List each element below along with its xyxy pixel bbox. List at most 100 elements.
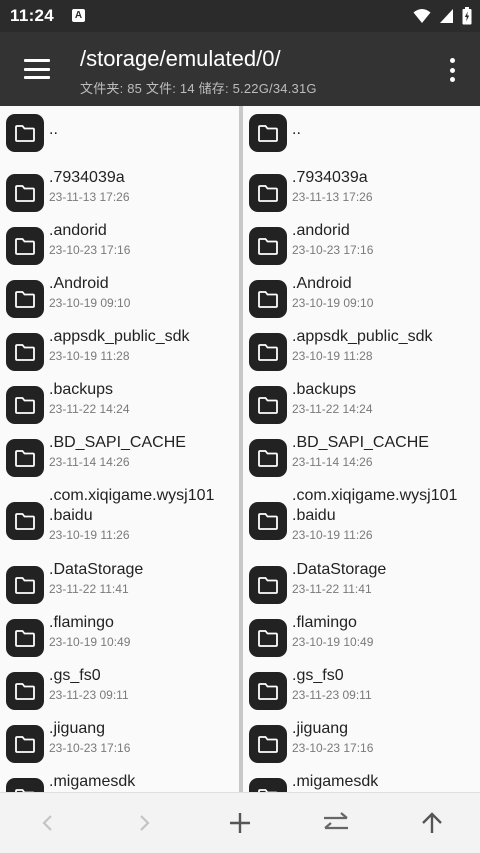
file-row[interactable]: .DataStorage 23-11-22 11:41 <box>0 560 143 604</box>
folder-glyph <box>15 629 35 647</box>
file-name: .DataStorage <box>49 561 144 578</box>
folder-glyph <box>258 237 278 255</box>
folder-icon <box>6 619 44 657</box>
swap-panes-button[interactable] <box>312 799 360 847</box>
file-row[interactable]: .gs_fs0 23-11-23 09:11 <box>243 666 372 710</box>
file-row-text: .andorid 23-10-23 17:16 <box>49 221 130 259</box>
folder-glyph <box>15 576 35 594</box>
right-file-pane[interactable]: .. .7934039a 23-11-13 17:26 .andorid 23-10-2… <box>243 106 480 792</box>
file-row[interactable]: .Android 23-10-19 09:10 <box>243 274 373 318</box>
folder-icon <box>249 280 287 318</box>
file-row[interactable]: .appsdk_public_sdk 23-10-19 11:28 <box>243 327 433 371</box>
file-date: 23-11-22 11:41 <box>292 582 372 596</box>
file-row[interactable]: .DataStorage 23-11-22 11:41 <box>243 560 386 604</box>
file-row-text: .DataStorage 23-11-22 11:41 <box>292 560 386 598</box>
folder-glyph <box>15 184 35 202</box>
folder-icon <box>6 439 44 477</box>
current-path: /storage/emulated/0/ <box>80 46 281 71</box>
file-row[interactable]: .migamesdk <box>0 772 135 792</box>
folder-glyph <box>15 396 35 414</box>
file-row-text: .. <box>292 120 301 140</box>
folder-glyph <box>15 735 35 753</box>
file-date: 23-10-19 11:28 <box>292 349 373 363</box>
file-row[interactable]: .7934039a 23-11-13 17:26 <box>0 168 130 212</box>
menu-button[interactable] <box>20 54 54 84</box>
file-row[interactable]: .backups 23-11-22 14:24 <box>0 380 130 424</box>
folder-icon <box>249 439 287 477</box>
folder-glyph <box>15 682 35 700</box>
file-row[interactable]: .appsdk_public_sdk 23-10-19 11:28 <box>0 327 190 371</box>
file-row[interactable]: .. <box>243 114 301 152</box>
menu-icon-line <box>24 59 50 62</box>
folder-icon <box>249 227 287 265</box>
file-name: .. <box>292 121 301 138</box>
file-row[interactable]: .jiguang 23-10-23 17:16 <box>0 719 130 763</box>
file-row-text: .backups 23-11-22 14:24 <box>49 380 130 418</box>
file-name: .backups <box>292 381 357 398</box>
file-row[interactable]: .andorid 23-10-23 17:16 <box>243 221 373 265</box>
file-row[interactable]: .backups 23-11-22 14:24 <box>243 380 373 424</box>
file-row[interactable]: .com.xiqigame.wysj101 .baidu 23-10-19 11:2… <box>243 486 457 544</box>
folder-icon <box>6 672 44 710</box>
file-date: 23-11-13 17:26 <box>292 190 373 204</box>
file-row-text: .7934039a 23-11-13 17:26 <box>49 168 130 206</box>
file-name: .jiguang <box>49 720 106 737</box>
file-date: 23-11-13 17:26 <box>49 190 130 204</box>
forward-button[interactable] <box>120 799 168 847</box>
back-button[interactable] <box>24 799 72 847</box>
file-name: .DataStorage <box>292 561 387 578</box>
file-row-text: .flamingo 23-10-19 10:49 <box>49 613 130 651</box>
file-row[interactable]: .andorid 23-10-23 17:16 <box>0 221 130 265</box>
menu-icon-line <box>24 76 50 79</box>
file-date: 23-10-19 09:10 <box>292 296 374 310</box>
bottom-toolbar <box>0 792 480 853</box>
file-row[interactable]: .gs_fs0 23-11-23 09:11 <box>0 666 129 710</box>
file-row[interactable]: .flamingo 23-10-19 10:49 <box>0 613 130 657</box>
file-row-text: .migamesdk <box>292 772 378 792</box>
file-row[interactable]: .BD_SAPI_CACHE 23-11-14 14:26 <box>243 433 429 477</box>
file-row-text: .BD_SAPI_CACHE 23-11-14 14:26 <box>292 433 429 471</box>
file-row[interactable]: .7934039a 23-11-13 17:26 <box>243 168 373 212</box>
folder-icon <box>6 725 44 763</box>
file-date: 23-11-22 14:24 <box>292 402 373 416</box>
file-date: 23-10-19 09:10 <box>49 296 131 310</box>
more-icon-dot <box>449 77 455 82</box>
file-row-text: .migamesdk <box>49 772 135 792</box>
dual-pane-container: .. .7934039a 23-11-13 17:26 .andorid 23-10-2… <box>0 106 480 792</box>
file-row-text: .gs_fs0 23-11-23 09:11 <box>49 666 129 704</box>
battery-icon <box>462 7 472 25</box>
file-row-text: .gs_fs0 23-11-23 09:11 <box>292 666 372 704</box>
folder-glyph <box>258 512 278 530</box>
overflow-menu-button[interactable] <box>444 56 460 84</box>
file-date: 23-10-23 17:16 <box>49 243 131 257</box>
file-name: .BD_SAPI_CACHE <box>49 434 186 451</box>
left-file-pane[interactable]: .. .7934039a 23-11-13 17:26 .andorid 23-10-2… <box>0 106 239 792</box>
file-row[interactable]: .jiguang 23-10-23 17:16 <box>243 719 373 763</box>
new-item-button[interactable] <box>216 799 264 847</box>
file-row-text: .backups 23-11-22 14:24 <box>292 380 373 418</box>
file-name-continued: .baidu <box>49 507 93 524</box>
file-row[interactable]: .Android 23-10-19 09:10 <box>0 274 130 318</box>
file-name: .backups <box>49 381 114 398</box>
folder-glyph <box>258 396 278 414</box>
file-row[interactable]: .. <box>0 114 58 152</box>
file-date: 23-11-23 09:11 <box>292 688 372 702</box>
parent-directory-button[interactable] <box>408 799 456 847</box>
file-row-text: .jiguang 23-10-23 17:16 <box>49 719 130 757</box>
file-name: .Android <box>49 275 109 292</box>
file-row[interactable]: .flamingo 23-10-19 10:49 <box>243 613 373 657</box>
folder-icon <box>6 280 44 318</box>
file-name: .7934039a <box>49 169 125 186</box>
folder-icon <box>249 725 287 763</box>
folder-glyph <box>258 290 278 308</box>
file-row[interactable]: .migamesdk <box>243 772 378 792</box>
file-name: .jiguang <box>292 720 349 737</box>
folder-glyph <box>15 449 35 467</box>
menu-icon-line <box>24 67 50 71</box>
file-row[interactable]: .BD_SAPI_CACHE 23-11-14 14:26 <box>0 433 186 477</box>
folder-icon <box>6 566 44 604</box>
file-row[interactable]: .com.xiqigame.wysj101 .baidu 23-10-19 11:2… <box>0 486 214 544</box>
file-name: .gs_fs0 <box>49 667 101 684</box>
file-name: .andorid <box>49 222 107 239</box>
folder-glyph <box>15 237 35 255</box>
